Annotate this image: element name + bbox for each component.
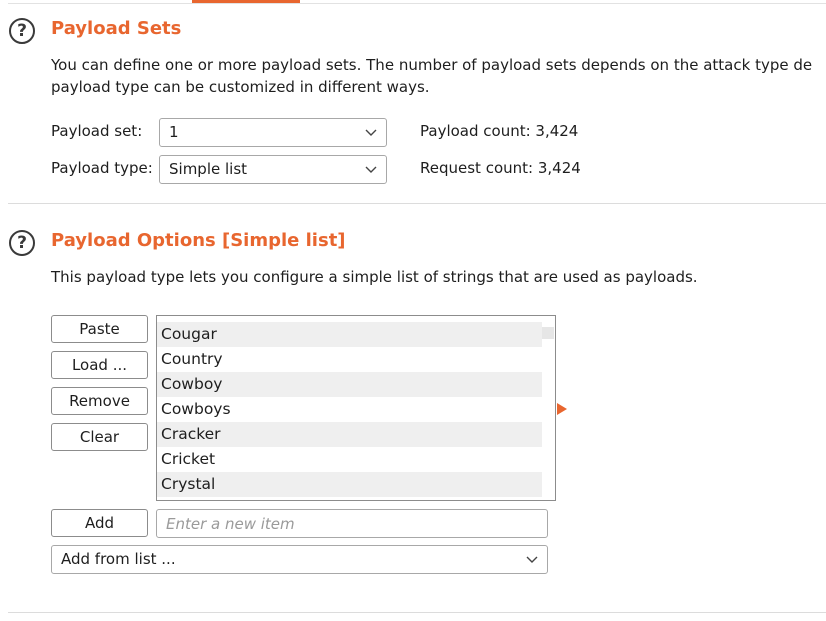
payload-options-description: This payload type lets you configure a s… bbox=[51, 268, 698, 286]
new-item-input[interactable] bbox=[156, 509, 548, 538]
list-scrollbar[interactable] bbox=[542, 327, 554, 339]
clear-button[interactable]: Clear bbox=[51, 423, 148, 451]
list-item[interactable]: Cowboy bbox=[157, 372, 542, 397]
payload-set-value: 1 bbox=[169, 123, 179, 141]
chevron-down-icon bbox=[365, 166, 377, 173]
payload-sets-title: Payload Sets bbox=[51, 18, 182, 39]
load-button[interactable]: Load ... bbox=[51, 351, 148, 379]
add-from-list-select[interactable]: Add from list ... bbox=[51, 545, 548, 574]
payload-count: Payload count: 3,424 bbox=[420, 122, 579, 140]
triangle-right-icon bbox=[557, 403, 567, 415]
add-button[interactable]: Add bbox=[51, 509, 148, 537]
help-icon[interactable]: ? bbox=[9, 230, 35, 256]
help-icon-glyph: ? bbox=[17, 21, 27, 41]
payload-sets-description-line2: payload type can be customized in differ… bbox=[51, 78, 430, 96]
payload-sets-description-line1: You can define one or more payload sets.… bbox=[51, 56, 813, 74]
list-item[interactable]: Cowboys bbox=[157, 397, 542, 422]
paste-button[interactable]: Paste bbox=[51, 315, 148, 343]
list-item[interactable]: Cricket bbox=[157, 447, 542, 472]
chevron-down-icon bbox=[365, 129, 377, 136]
section-divider bbox=[8, 203, 826, 204]
payload-type-select[interactable]: Simple list bbox=[159, 155, 387, 184]
payload-set-label: Payload set: bbox=[51, 122, 143, 140]
payload-list-items: Cougar Country Cowboy Cowboys Cracker Cr… bbox=[157, 322, 542, 497]
list-item[interactable]: Country bbox=[157, 347, 542, 372]
help-icon[interactable]: ? bbox=[9, 18, 35, 44]
list-item[interactable]: Cracker bbox=[157, 422, 542, 447]
request-count: Request count: 3,424 bbox=[420, 159, 581, 177]
help-icon-glyph: ? bbox=[17, 233, 27, 253]
chevron-down-icon bbox=[526, 556, 538, 563]
add-from-list-value: Add from list ... bbox=[61, 550, 176, 568]
payload-set-select[interactable]: 1 bbox=[159, 118, 387, 147]
payload-type-label: Payload type: bbox=[51, 159, 153, 177]
list-item[interactable]: Crystal bbox=[157, 472, 542, 497]
top-divider bbox=[8, 3, 826, 4]
section-divider bbox=[8, 612, 826, 613]
list-item-partial bbox=[157, 316, 542, 322]
remove-button[interactable]: Remove bbox=[51, 387, 148, 415]
payload-options-title: Payload Options [Simple list] bbox=[51, 230, 346, 251]
payload-type-value: Simple list bbox=[169, 160, 248, 178]
list-item[interactable]: Cougar bbox=[157, 322, 542, 347]
payload-list[interactable]: Cougar Country Cowboy Cowboys Cracker Cr… bbox=[156, 315, 556, 501]
